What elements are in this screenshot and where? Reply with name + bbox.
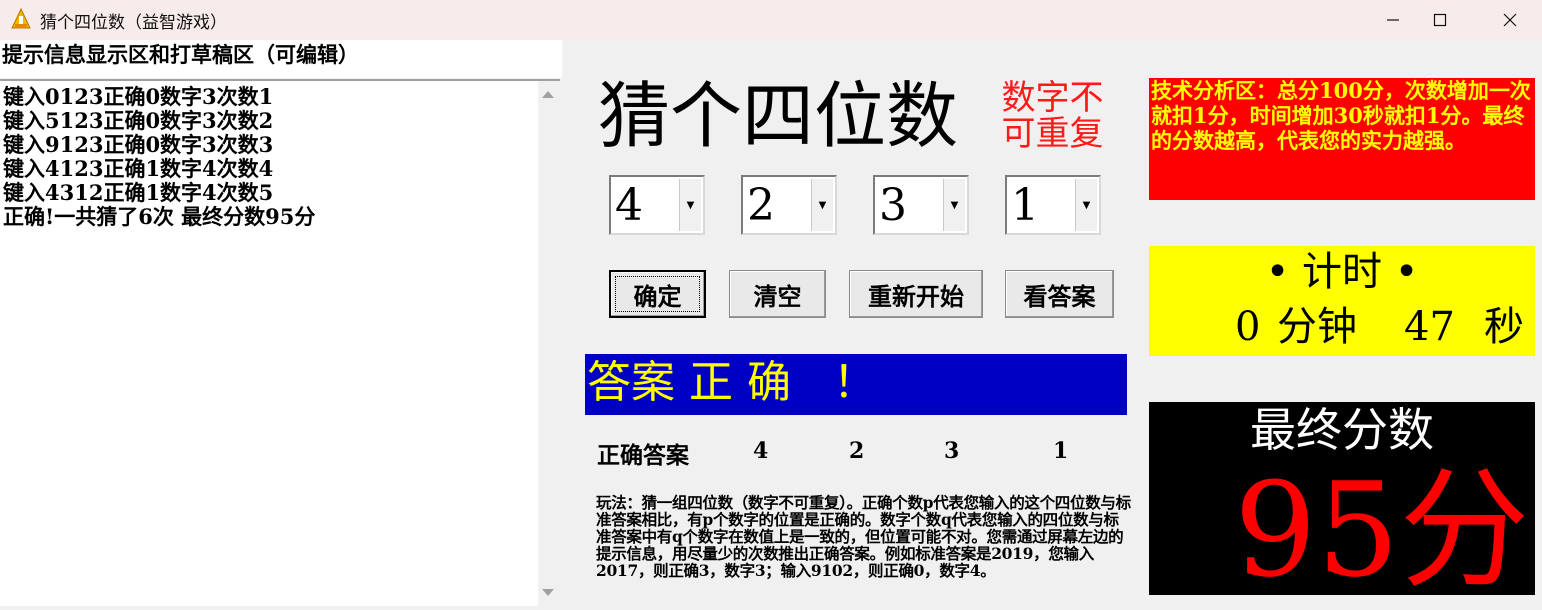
timer-panel: • 计时 • 0 分钟 47 秒: [1149, 246, 1535, 356]
score-label: 最终分数: [1250, 403, 1434, 457]
clear-button[interactable]: 清空: [729, 270, 826, 318]
digit-select-4[interactable]: 1 ▼: [1005, 175, 1101, 235]
answer-label: 正确答案: [597, 442, 689, 469]
tech-analysis-panel: 技术分析区：总分100分，次数增加一次就扣1分，时间增加30秒就扣1分。最终的分…: [1149, 78, 1535, 200]
answer-digit: 1: [1053, 438, 1069, 464]
close-icon: [1503, 13, 1517, 27]
rule-note: 数字不可重复: [1001, 78, 1104, 154]
digit-value: 1: [1011, 180, 1039, 231]
show-answer-button[interactable]: 看答案: [1005, 270, 1114, 318]
scroll-up-icon[interactable]: [542, 91, 554, 98]
answer-digit: 4: [753, 438, 769, 464]
digit-value: 3: [879, 180, 907, 231]
notes-line: 键入5123正确0数字3次数2: [3, 108, 274, 133]
restart-button[interactable]: 重新开始: [849, 270, 983, 318]
scroll-down-icon[interactable]: [542, 589, 554, 596]
minimize-icon: [1387, 19, 1399, 21]
confirm-button[interactable]: 确定: [609, 270, 706, 318]
digit-value: 4: [615, 180, 643, 231]
timer-seconds: 47: [1404, 304, 1455, 350]
digit-value: 2: [747, 180, 775, 231]
notes-line: 键入4312正确1数字4次数5: [3, 180, 274, 205]
window-title: 猜个四位数（益智游戏）: [40, 13, 227, 33]
game-title: 猜个四位数: [598, 74, 959, 158]
score-value: 95分: [1234, 454, 1530, 606]
notes-panel-label: 提示信息显示区和打草稿区（可编辑）: [0, 40, 562, 78]
result-message: 答案 正 确 ！: [585, 354, 1127, 415]
chevron-down-icon[interactable]: ▼: [943, 179, 965, 231]
maximize-button[interactable]: [1417, 0, 1463, 40]
notes-line: 键入0123正确0数字3次数1: [3, 84, 274, 109]
chevron-down-icon[interactable]: ▼: [679, 179, 701, 231]
notes-scrollbar[interactable]: [538, 79, 560, 606]
answer-digit: 3: [944, 438, 960, 464]
timer-minutes: 0: [1235, 304, 1261, 350]
chevron-down-icon[interactable]: ▼: [811, 179, 833, 231]
notes-line: 键入4123正确1数字4次数4: [3, 156, 274, 181]
maximize-icon: [1433, 13, 1447, 27]
app-icon: [11, 8, 31, 29]
timer-seconds-unit: 秒: [1484, 304, 1524, 350]
notes-line: 正确!一共猜了6次 最终分数95分: [3, 204, 316, 229]
notes-line: 键入9123正确0数字3次数3: [3, 132, 274, 157]
notes-textarea[interactable]: 键入0123正确0数字3次数1 键入5123正确0数字3次数2 键入9123正确…: [0, 79, 538, 606]
digit-select-1[interactable]: 4 ▼: [609, 175, 705, 235]
instructions-text: 玩法：猜一组四位数（数字不可重复）。正确个数p代表您输入的这个四位数与标准答案相…: [596, 493, 1131, 580]
chevron-down-icon[interactable]: ▼: [1075, 179, 1097, 231]
digit-select-3[interactable]: 3 ▼: [873, 175, 969, 235]
timer-label: • 计时 •: [1265, 249, 1419, 295]
digit-select-2[interactable]: 2 ▼: [741, 175, 837, 235]
timer-minutes-unit: 分钟: [1277, 304, 1357, 350]
answer-digit: 2: [849, 438, 865, 464]
score-panel: 最终分数 95分: [1149, 402, 1535, 600]
close-button[interactable]: [1487, 0, 1533, 40]
minimize-button[interactable]: [1370, 0, 1416, 40]
title-bar[interactable]: 猜个四位数（益智游戏）: [0, 0, 1542, 40]
